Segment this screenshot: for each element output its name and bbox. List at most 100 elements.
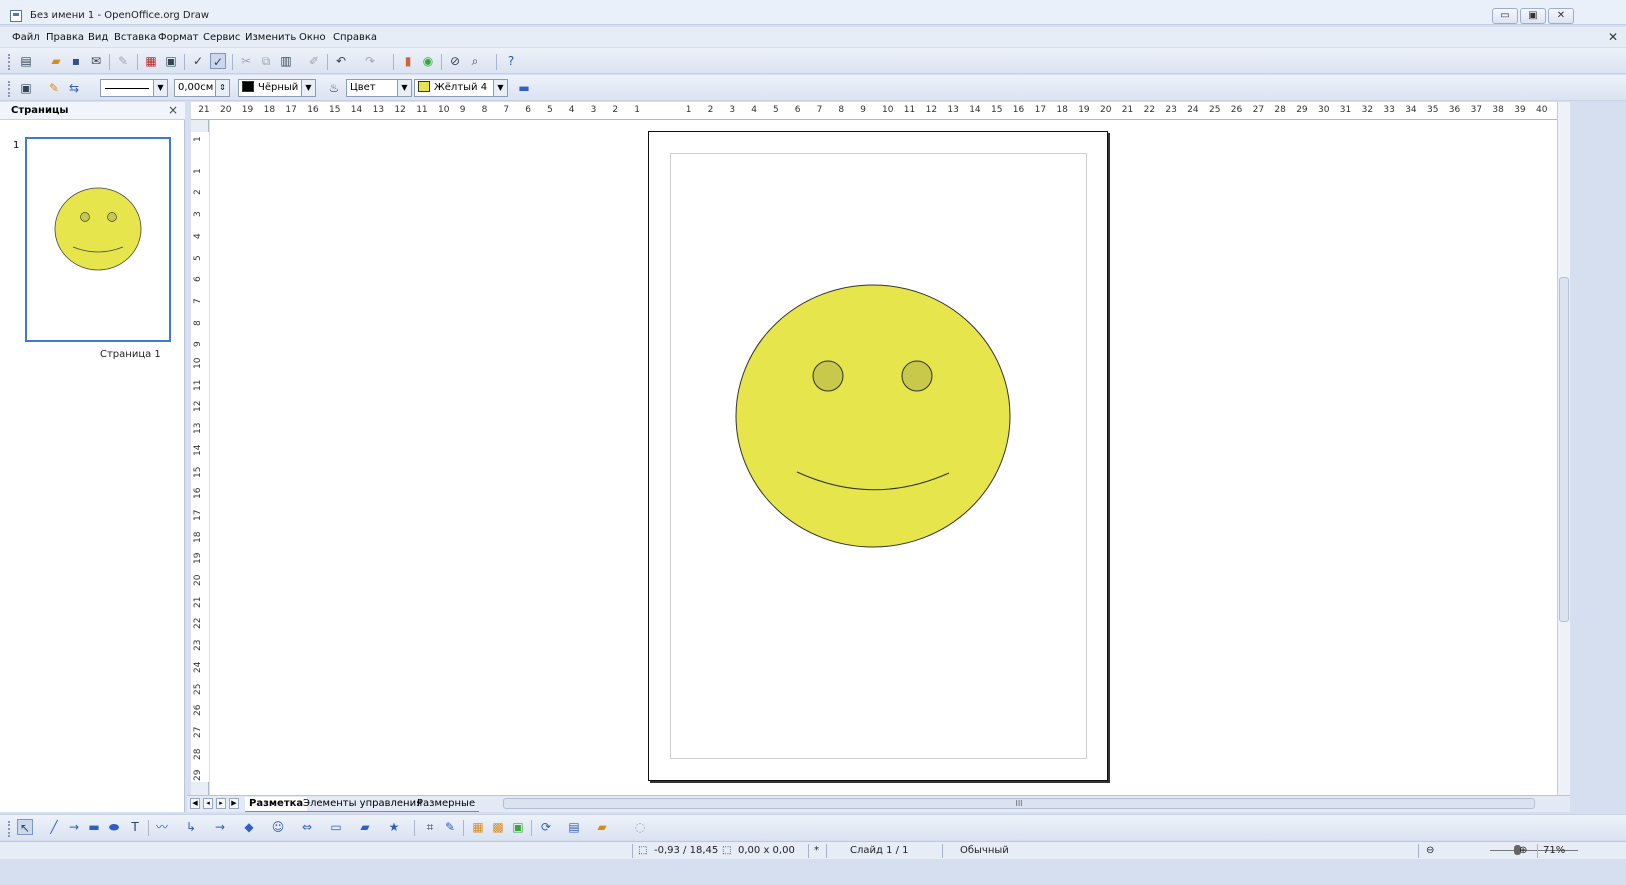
zoom-in-icon[interactable]: ⊕ — [1519, 845, 1527, 856]
from-file-icon[interactable]: ▩ — [490, 819, 506, 835]
area-style-select[interactable]: Цвет ▼ — [346, 79, 412, 97]
chart-icon[interactable]: ▮ — [400, 53, 416, 69]
last-tab-icon[interactable]: ▶ — [229, 798, 239, 809]
zoom-out-icon[interactable]: ⊖ — [1426, 845, 1434, 856]
copy-icon[interactable]: ⧉ — [258, 53, 274, 69]
menu-format[interactable]: Формат — [158, 32, 199, 43]
open-icon[interactable]: ▰ — [48, 53, 64, 69]
arrow-tool-icon[interactable]: → — [66, 819, 82, 835]
line-tool-icon[interactable]: ╱ — [46, 819, 62, 835]
alignment-icon[interactable]: ▤ — [566, 819, 582, 835]
tab-controls[interactable]: Элементы управления — [299, 797, 427, 812]
line-color-select[interactable]: Чёрный ▼ — [238, 79, 316, 97]
tab-layout[interactable]: Разметка — [245, 797, 308, 812]
ruler-tick-label: 2 — [193, 189, 203, 196]
print-icon[interactable]: ▣ — [163, 53, 179, 69]
table-icon[interactable]: ◉ — [420, 53, 436, 69]
chevron-down-icon[interactable]: ▼ — [397, 80, 411, 96]
block-arrows-icon[interactable]: ⇔ — [299, 819, 315, 835]
line-icon[interactable]: ✎ — [46, 80, 62, 96]
points-icon[interactable]: ⌗ — [422, 819, 438, 835]
flowchart-icon[interactable]: ▭ — [328, 819, 344, 835]
drawing-page[interactable] — [648, 131, 1108, 781]
area-color-select[interactable]: Жёлтый 4 ▼ — [414, 79, 508, 97]
new-document-icon[interactable]: ▤ — [18, 53, 34, 69]
stars-icon[interactable]: ★ — [386, 819, 402, 835]
line-style-select[interactable]: ▼ — [100, 79, 168, 97]
callouts-icon[interactable]: ▰ — [357, 819, 373, 835]
basic-shapes-icon[interactable]: ◆ — [241, 819, 257, 835]
horizontal-ruler[interactable]: 21 20 19 18 17 16 15 14 13 12 11 10 9 8 7 6 5 4 3 2 1 1 2 3 4 5 6 7… — [191, 102, 1557, 120]
close-icon[interactable]: × — [168, 103, 178, 117]
styles-icon[interactable]: ▣ — [18, 80, 34, 96]
menu-insert[interactable]: Вставка — [114, 32, 156, 43]
chevron-down-icon[interactable]: ▼ — [301, 80, 315, 96]
edit-file-icon[interactable]: ✎ — [115, 53, 131, 69]
menu-modify[interactable]: Изменить — [245, 32, 296, 43]
fontwork-icon[interactable]: ▦ — [470, 819, 486, 835]
connector-tool-icon[interactable]: ↳ — [183, 819, 199, 835]
clone-formatting-icon[interactable]: ✐ — [306, 53, 322, 69]
chevron-down-icon[interactable]: ▼ — [153, 80, 167, 96]
area-fill-icon[interactable]: ♨ — [326, 80, 342, 96]
save-icon[interactable]: ▪ — [68, 53, 84, 69]
tab-dimension-lines[interactable]: Размерные — [413, 797, 480, 812]
horizontal-scrollbar[interactable]: III — [503, 798, 1535, 809]
ruler-tick-label: 26 — [193, 704, 203, 717]
glue-points-icon[interactable]: ✎ — [442, 819, 458, 835]
vertical-ruler[interactable]: 1 1 2 3 4 5 6 7 8 9 10 11 12 13 14 15 16 17 18 19 20 21 22 23 24… — [191, 120, 209, 796]
vertical-scroll-thumb[interactable] — [1559, 277, 1569, 622]
minimize-button[interactable]: ▭ — [1492, 8, 1518, 24]
lines-arrows-icon[interactable]: → — [212, 819, 228, 835]
first-tab-icon[interactable]: ◀ — [190, 798, 200, 809]
curve-tool-icon[interactable]: 〰 — [154, 819, 170, 835]
close-document-icon[interactable]: ✕ — [1608, 30, 1618, 44]
menu-tools[interactable]: Сервис — [203, 32, 240, 43]
prev-tab-icon[interactable]: ◂ — [203, 798, 213, 809]
menu-edit[interactable]: Правка — [46, 32, 84, 43]
text-tool-icon[interactable]: T — [127, 819, 143, 835]
restore-button[interactable]: ▣ — [1520, 8, 1546, 24]
next-tab-icon[interactable]: ▸ — [216, 798, 226, 809]
toolbar-grip[interactable] — [8, 81, 11, 97]
page-thumbnail[interactable] — [25, 137, 171, 342]
help-icon[interactable]: ? — [503, 53, 519, 69]
toolbar-grip[interactable] — [8, 54, 11, 70]
drawing-canvas[interactable] — [210, 120, 1557, 796]
menu-view[interactable]: Вид — [88, 32, 108, 43]
smiley-face[interactable] — [735, 284, 1011, 548]
menu-window[interactable]: Окно — [299, 32, 326, 43]
paste-icon[interactable]: ▥ — [278, 53, 294, 69]
status-modified[interactable]: * — [814, 845, 819, 856]
extrusion-icon[interactable]: ◌ — [632, 819, 648, 835]
undo-icon[interactable]: ↶ — [333, 53, 349, 69]
cut-icon[interactable]: ✂ — [238, 53, 254, 69]
vertical-scrollbar[interactable] — [1557, 102, 1570, 796]
chevron-down-icon[interactable]: ▼ — [493, 80, 507, 96]
line-width-field[interactable]: 0,00см ⇕ — [174, 79, 230, 97]
autospellcheck-icon[interactable]: ✓ — [210, 53, 226, 69]
status-zoom[interactable]: 71% — [1543, 845, 1565, 856]
spin-icon[interactable]: ⇕ — [215, 80, 229, 96]
rectangle-tool-icon[interactable]: ▬ — [86, 819, 102, 835]
select-icon[interactable]: ↖ — [17, 819, 33, 835]
navigator-icon[interactable]: ⊘ — [447, 53, 463, 69]
zoom-icon[interactable]: ⌕ — [467, 53, 483, 69]
export-pdf-icon[interactable]: ▦ — [143, 53, 159, 69]
close-window-button[interactable]: ✕ — [1548, 8, 1574, 24]
menu-file[interactable]: Файл — [12, 32, 40, 43]
redo-icon[interactable]: ↷ — [362, 53, 378, 69]
gallery-icon[interactable]: ▣ — [510, 819, 526, 835]
ellipse-tool-icon[interactable]: ⬬ — [106, 819, 122, 835]
smiley-left-eye[interactable] — [812, 360, 844, 392]
smiley-right-eye[interactable] — [901, 360, 933, 392]
arrow-style-icon[interactable]: ⇆ — [66, 80, 82, 96]
email-icon[interactable]: ✉ — [88, 53, 104, 69]
menu-help[interactable]: Справка — [333, 32, 377, 43]
rotate-icon[interactable]: ⟳ — [538, 819, 554, 835]
arrange-icon[interactable]: ▰ — [594, 819, 610, 835]
symbol-shapes-icon[interactable]: ☺ — [270, 819, 286, 835]
shadow-icon[interactable]: ▬ — [516, 80, 532, 96]
spellcheck-icon[interactable]: ✓ — [190, 53, 206, 69]
toolbar-grip[interactable] — [8, 821, 11, 837]
